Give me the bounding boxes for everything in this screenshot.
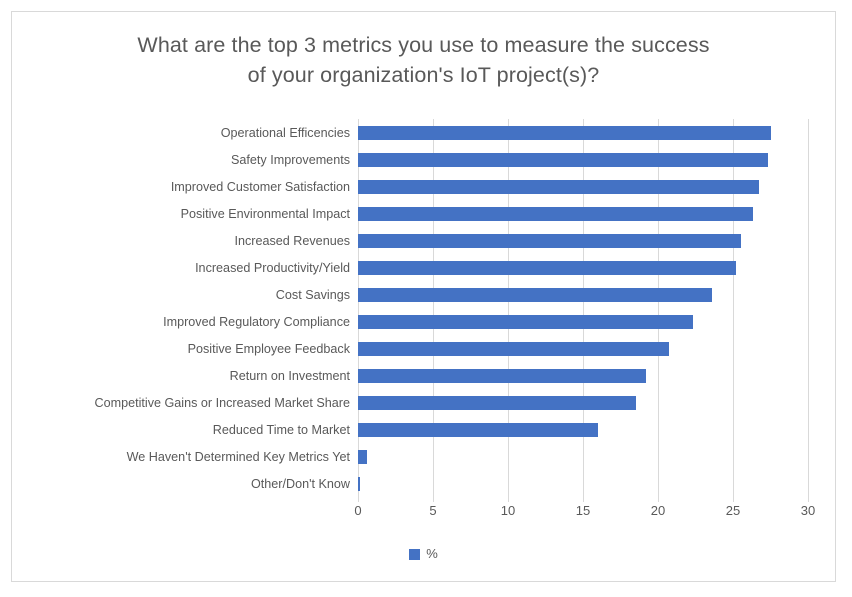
category-label: Positive Employee Feedback	[187, 341, 350, 356]
bar[interactable]	[358, 368, 646, 383]
tick-mark	[508, 497, 509, 502]
gridline	[808, 119, 809, 497]
value-axis-label: 10	[500, 503, 516, 518]
tick-mark	[808, 497, 809, 502]
chart-container: What are the top 3 metrics you use to me…	[11, 11, 836, 582]
bar-row	[358, 119, 808, 146]
bar-row	[358, 335, 808, 362]
category-label: Safety Improvements	[231, 152, 350, 167]
value-axis-label: 20	[650, 503, 666, 518]
category-label: Operational Efficencies	[220, 125, 350, 140]
bar[interactable]	[358, 179, 759, 194]
chart-title-line-1: What are the top 3 metrics you use to me…	[137, 33, 710, 57]
bar[interactable]	[358, 422, 598, 437]
bar[interactable]	[358, 395, 636, 410]
bar-row	[358, 308, 808, 335]
category-label: Cost Savings	[275, 287, 350, 302]
category-label: Increased Revenues	[234, 233, 350, 248]
bar[interactable]	[358, 152, 768, 167]
bar[interactable]	[358, 260, 736, 275]
value-axis-label: 0	[354, 503, 362, 518]
category-label: Positive Environmental Impact	[180, 206, 350, 221]
legend-label: %	[426, 546, 438, 561]
tick-mark	[433, 497, 434, 502]
category-axis-labels: Operational Efficencies Safety Improvemen…	[12, 119, 358, 497]
bar-row	[358, 443, 808, 470]
bar[interactable]	[358, 233, 741, 248]
category-label: We Haven't Determined Key Metrics Yet	[126, 449, 350, 464]
tick-mark	[658, 497, 659, 502]
tick-mark	[583, 497, 584, 502]
bar[interactable]	[358, 125, 771, 140]
category-label: Improved Customer Satisfaction	[170, 179, 350, 194]
value-axis-labels: 0 5 10 15 20 25 30	[354, 503, 815, 523]
value-axis-label: 25	[725, 503, 741, 518]
bar-row	[358, 146, 808, 173]
chart-title: What are the top 3 metrics you use to me…	[12, 30, 835, 90]
chart-legend: %	[12, 547, 835, 561]
tick-mark	[358, 497, 359, 502]
bar[interactable]	[358, 206, 753, 221]
bar[interactable]	[358, 449, 367, 464]
category-label: Competitive Gains or Increased Market Sh…	[94, 395, 351, 410]
bar-row	[358, 470, 808, 497]
bar[interactable]	[358, 314, 693, 329]
category-label: Improved Regulatory Compliance	[163, 314, 350, 329]
bar-row	[358, 389, 808, 416]
category-label: Return on Investment	[229, 368, 350, 383]
bar-row	[358, 281, 808, 308]
category-label: Reduced Time to Market	[212, 422, 350, 437]
bar-row	[358, 173, 808, 200]
bar[interactable]	[358, 341, 669, 356]
bar-row	[358, 200, 808, 227]
chart-title-line-2: of your organization's IoT project(s)?	[247, 63, 600, 87]
legend-swatch-icon	[409, 548, 421, 560]
tick-mark	[733, 497, 734, 502]
bar-row	[358, 227, 808, 254]
value-axis-label: 5	[429, 503, 437, 518]
bar[interactable]	[358, 287, 712, 302]
bar-row	[358, 416, 808, 443]
bar-row	[358, 254, 808, 281]
plot-area	[358, 119, 809, 502]
bar[interactable]	[358, 476, 360, 491]
category-label: Other/Don't Know	[250, 476, 350, 491]
value-axis-label: 30	[800, 503, 816, 518]
category-label: Increased Productivity/Yield	[195, 260, 350, 275]
bar-row	[358, 362, 808, 389]
value-axis-label: 15	[575, 503, 591, 518]
